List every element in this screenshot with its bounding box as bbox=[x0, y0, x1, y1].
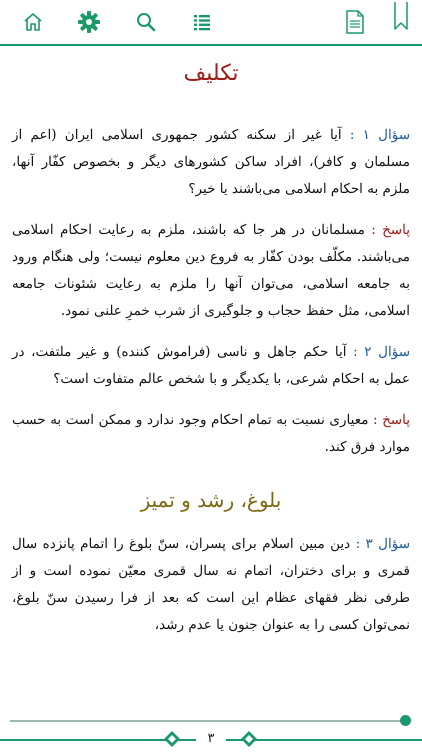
answer-label: پاسخ : bbox=[371, 222, 410, 238]
answer-text: مسلمانان در هر جا که باشند، ملزم به رعای… bbox=[12, 222, 410, 319]
page-slider-track[interactable] bbox=[10, 720, 408, 722]
bottom-navigation: ۳ bbox=[0, 712, 422, 750]
page-icon[interactable] bbox=[342, 9, 368, 35]
section-subtitle: بلوغ، رشد و تمیز bbox=[140, 488, 282, 512]
question-label: سؤال ۲ : bbox=[353, 344, 411, 360]
answer-2: پاسخ : معیاری نسبت به تمام احکام وجود ند… bbox=[12, 407, 410, 461]
search-icon[interactable] bbox=[133, 9, 159, 35]
previous-page-icon[interactable] bbox=[163, 730, 181, 748]
next-page-icon[interactable] bbox=[240, 730, 258, 748]
page-number: ۳ bbox=[196, 730, 226, 748]
chapter-title: تکلیف bbox=[183, 61, 239, 86]
question-text: دین مبین اسلام برای پسران، سنّ بلوغ را ا… bbox=[12, 536, 410, 633]
home-icon[interactable] bbox=[20, 9, 46, 35]
answer-text: معیاری نسبت به تمام احکام وجود ندارد و م… bbox=[12, 412, 410, 455]
question-1: سؤال ۱ : آیا غیر از سکنه کشور جمهوری اسل… bbox=[12, 122, 410, 203]
question-label: سؤال ۳ : bbox=[355, 536, 411, 552]
question-3: سؤال ۳ : دین مبین اسلام برای پسران، سنّ … bbox=[12, 531, 410, 639]
reading-content: تکلیف سؤال ۱ : آیا غیر از سکنه کشور جمهو… bbox=[0, 48, 422, 708]
question-text: آیا حکم جاهل و ناسی (فراموش کننده) و غیر… bbox=[12, 344, 410, 387]
gear-icon[interactable] bbox=[76, 9, 102, 35]
list-icon[interactable] bbox=[189, 9, 215, 35]
answer-1: پاسخ : مسلمانان در هر جا که باشند، ملزم … bbox=[12, 217, 410, 325]
bookmark-icon[interactable] bbox=[388, 2, 414, 32]
top-toolbar bbox=[0, 0, 422, 46]
page-slider-thumb[interactable] bbox=[400, 715, 411, 726]
question-2: سؤال ۲ : آیا حکم جاهل و ناسی (فراموش کنن… bbox=[12, 339, 410, 393]
answer-label: پاسخ : bbox=[373, 412, 410, 428]
question-label: سؤال ۱ : bbox=[349, 127, 411, 143]
